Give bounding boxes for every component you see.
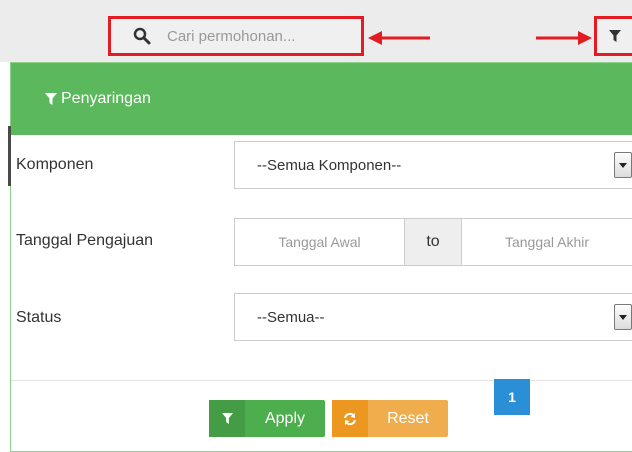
- komponen-select[interactable]: --Semua Komponen--: [234, 141, 632, 189]
- filter-toggle-button[interactable]: [594, 16, 632, 56]
- search-box[interactable]: [108, 16, 364, 56]
- search-input[interactable]: [165, 26, 359, 46]
- status-select-value: --Semua--: [257, 308, 325, 326]
- panel-accent-bar: [8, 126, 11, 186]
- search-icon: [133, 27, 151, 45]
- status-label: Status: [16, 309, 62, 326]
- refresh-icon: [332, 400, 368, 437]
- apply-button[interactable]: Apply: [209, 400, 325, 437]
- tanggal-akhir-input[interactable]: Tanggal Akhir: [461, 218, 632, 266]
- red-arrow-right: [536, 31, 592, 45]
- filter-icon: [209, 400, 245, 437]
- pagination-page-button[interactable]: 1: [494, 379, 530, 415]
- filter-icon: [608, 30, 621, 42]
- filter-icon: [45, 93, 57, 105]
- komponen-label: Komponen: [16, 156, 94, 173]
- komponen-select-value: --Semua Komponen--: [257, 156, 402, 174]
- red-arrow-left: [368, 31, 430, 45]
- tanggal-pengajuan-label: Tanggal Pengajuan: [16, 232, 154, 249]
- chevron-down-icon: [614, 152, 632, 178]
- reset-button-label: Reset: [387, 409, 429, 427]
- panel-header: Penyaringan: [11, 63, 632, 135]
- apply-button-label: Apply: [264, 409, 306, 427]
- reset-button[interactable]: Reset: [332, 400, 448, 437]
- panel-title: Penyaringan: [61, 90, 151, 107]
- status-select[interactable]: --Semua--: [234, 293, 632, 341]
- tanggal-awal-input[interactable]: Tanggal Awal: [234, 218, 405, 266]
- panel-divider: [11, 380, 632, 381]
- to-separator: to: [404, 218, 462, 266]
- chevron-down-icon: [614, 304, 632, 330]
